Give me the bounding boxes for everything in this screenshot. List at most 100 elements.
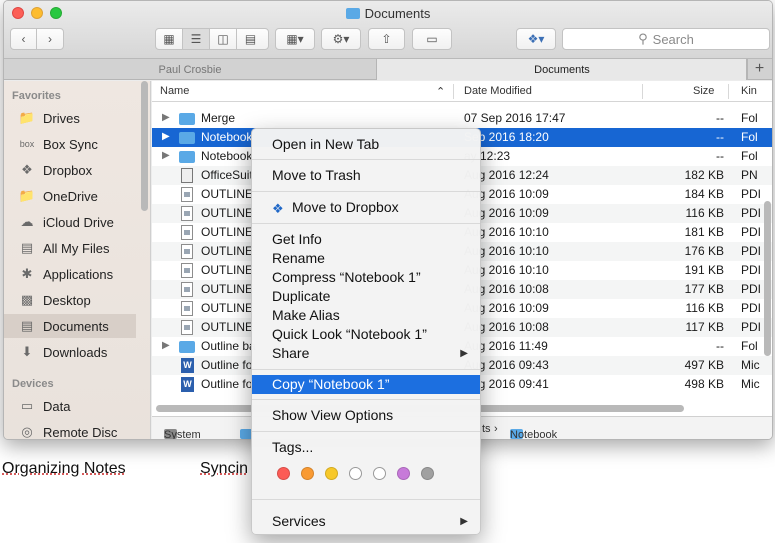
file-kind: PN: [741, 168, 758, 182]
forward-button[interactable]: ›: [37, 29, 63, 49]
file-date: Aug 2016 09:41: [464, 377, 549, 391]
file-kind: Mic: [741, 358, 760, 372]
submenu-arrow-icon: ▶: [460, 348, 468, 359]
menu-show-view-options[interactable]: Show View Options: [252, 406, 480, 425]
menu-copy[interactable]: Copy “Notebook 1”: [252, 375, 480, 394]
column-divider[interactable]: [453, 84, 454, 99]
path-item-documents[interactable]: ts: [482, 423, 491, 435]
sidebar-item-remote-disc[interactable]: ◎ Remote Disc: [4, 420, 136, 439]
column-date-modified[interactable]: Date Modified: [464, 85, 532, 97]
column-divider[interactable]: [642, 84, 643, 99]
tag-color-dot[interactable]: [373, 467, 386, 480]
menu-compress[interactable]: Compress “Notebook 1”: [252, 268, 480, 287]
pdf-file-icon: [181, 320, 193, 335]
list-view-button[interactable]: ☰: [183, 29, 210, 49]
column-kind[interactable]: Kin: [741, 85, 757, 97]
share-button[interactable]: ⇧: [368, 28, 405, 50]
file-kind: PDI: [741, 187, 762, 201]
sidebar-item-drives[interactable]: 📁 Drives: [4, 106, 136, 130]
file-size: 177 KB: [684, 282, 724, 296]
sidebar-item-applications[interactable]: ✱ Applications: [4, 262, 136, 286]
vertical-scrollbar[interactable]: [764, 201, 771, 356]
pdf-file-icon: [181, 282, 193, 297]
sidebar-item-desktop[interactable]: ▩ Desktop: [4, 288, 136, 312]
new-tab-button[interactable]: +: [746, 59, 772, 80]
menu-move-to-trash[interactable]: Move to Trash: [252, 166, 480, 185]
column-size[interactable]: Size: [693, 85, 714, 97]
tab-paul-crosbie[interactable]: Paul Crosbie: [4, 59, 376, 80]
word-document-icon: W: [181, 358, 194, 373]
file-date: Aug 2016 10:09: [464, 301, 549, 315]
tag-color-dot[interactable]: [325, 467, 338, 480]
column-view-button[interactable]: ◫: [210, 29, 237, 49]
menu-share[interactable]: Share ▶: [252, 344, 480, 363]
file-date: 07 Sep 2016 17:47: [464, 111, 566, 125]
menu-quick-look[interactable]: Quick Look “Notebook 1”: [252, 325, 480, 344]
menu-get-info[interactable]: Get Info: [252, 230, 480, 249]
pdf-file-icon: [181, 263, 193, 278]
menu-make-alias[interactable]: Make Alias: [252, 306, 480, 325]
folder-icon: [179, 113, 195, 125]
tab-documents[interactable]: Documents: [376, 59, 748, 80]
file-kind: Mic: [741, 377, 760, 391]
tag-color-dot[interactable]: [277, 467, 290, 480]
cover-flow-button[interactable]: ▤: [237, 29, 264, 49]
tag-color-dot[interactable]: [397, 467, 410, 480]
search-field[interactable]: ⚲ Search: [562, 28, 770, 50]
file-size: 497 KB: [684, 358, 724, 372]
file-size: --: [716, 339, 724, 353]
menu-rename[interactable]: Rename: [252, 249, 480, 268]
sidebar-item-documents[interactable]: ▤ Documents: [4, 314, 136, 338]
sidebar-item-downloads[interactable]: ⬇ Downloads: [4, 340, 136, 364]
action-button[interactable]: ⚙▾: [321, 28, 361, 50]
file-kind: Fol: [741, 111, 758, 125]
folder-icon: 📁: [18, 110, 36, 125]
organizing-notes-link[interactable]: Organizing Notes: [2, 460, 126, 478]
menu-tags[interactable]: Tags...: [252, 438, 480, 457]
file-date: Aug 2016 10:08: [464, 282, 549, 296]
view-mode-selector: ▦ ☰ ◫ ▤: [155, 28, 269, 50]
sidebar-item-dropbox[interactable]: ❖ Dropbox: [4, 158, 136, 182]
sidebar-scrollbar[interactable]: [141, 81, 148, 211]
tag-color-dot[interactable]: [349, 467, 362, 480]
sidebar-item-onedrive[interactable]: 📁 OneDrive: [4, 184, 136, 208]
arrange-button[interactable]: ▦▾: [275, 28, 315, 50]
folder-icon: [179, 151, 195, 163]
menu-duplicate[interactable]: Duplicate: [252, 287, 480, 306]
gear-icon: ⚙▾: [332, 32, 350, 46]
tag-color-dot[interactable]: [301, 467, 314, 480]
dropbox-button[interactable]: ❖▾: [516, 28, 556, 50]
sidebar-item-all-my-files[interactable]: ▤ All My Files: [4, 236, 136, 260]
word-document-icon: W: [181, 377, 194, 392]
file-name: Merge: [201, 111, 236, 125]
back-button[interactable]: ‹: [11, 29, 38, 49]
syncing-link[interactable]: Syncin: [200, 460, 248, 478]
disc-icon: ◎: [21, 424, 33, 439]
icon-view-button[interactable]: ▦: [156, 29, 183, 49]
tag-color-dot[interactable]: [421, 467, 434, 480]
dropbox-icon: ❖: [272, 201, 284, 216]
menu-separator: [252, 369, 480, 370]
tags-button[interactable]: ▭: [412, 28, 452, 50]
disclosure-triangle-icon[interactable]: ▶: [162, 112, 170, 123]
file-size: 191 KB: [684, 263, 724, 277]
file-size: 117 KB: [685, 320, 724, 334]
favorites-heading: Favorites: [12, 90, 61, 102]
menu-services[interactable]: Services ▶: [252, 512, 480, 531]
disclosure-triangle-icon[interactable]: ▶: [162, 340, 170, 351]
table-row[interactable]: ▶ Merge 07 Sep 2016 17:47 -- Fol: [152, 109, 772, 128]
column-name[interactable]: Name: [160, 85, 189, 97]
sort-chevron-icon: ⌃: [436, 86, 446, 98]
column-divider[interactable]: [728, 84, 729, 99]
disclosure-triangle-icon[interactable]: ▶: [162, 131, 170, 142]
desktop-icon: ▩: [20, 292, 34, 307]
tab-bar: Paul Crosbie Documents +: [4, 59, 772, 80]
file-date: Aug 2016 10:08: [464, 320, 549, 334]
sidebar-item-data[interactable]: ▭ Data: [4, 394, 136, 418]
sidebar-item-icloud-drive[interactable]: ☁ iCloud Drive: [4, 210, 136, 234]
disclosure-triangle-icon[interactable]: ▶: [162, 150, 170, 161]
menu-move-to-dropbox[interactable]: ❖ Move to Dropbox: [252, 198, 480, 217]
sidebar-item-box-sync[interactable]: box Box Sync: [4, 132, 136, 156]
search-icon: ⚲: [638, 31, 648, 46]
menu-open-in-new-tab[interactable]: Open in New Tab: [252, 135, 480, 154]
